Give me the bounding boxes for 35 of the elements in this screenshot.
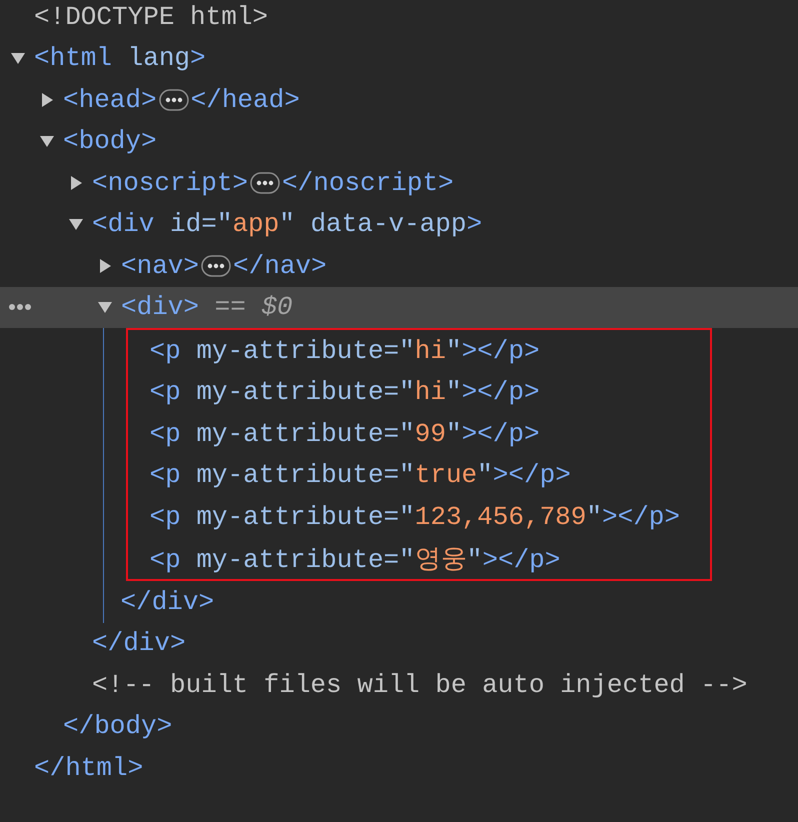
ellipsis-icon[interactable] (250, 172, 280, 194)
element-tag: <body> (63, 126, 157, 156)
more-icon[interactable] (8, 302, 32, 310)
element-tag: <nav> (121, 250, 200, 281)
element-tag: <p my-attribute="123,456,789"></p> (150, 502, 680, 532)
element-tag: <p my-attribute="hi"></p> (150, 336, 540, 366)
collapse-arrow-icon[interactable] (11, 51, 25, 66)
element-tag: </head> (190, 84, 300, 115)
element-tag: <p my-attribute="99"></p> (150, 418, 540, 449)
element-tag: <p my-attribute="hi"></p> (150, 377, 540, 408)
collapse-arrow-icon[interactable] (69, 217, 83, 232)
selected-node-marker: == $0 (214, 292, 293, 322)
element-tag: </div> (92, 628, 186, 658)
collapse-arrow-icon[interactable] (40, 134, 54, 148)
element-tag: <p my-attribute="true"></p> (150, 460, 571, 490)
doctype-text: <!DOCTYPE html> (34, 2, 268, 32)
ellipsis-icon[interactable] (158, 88, 189, 111)
expand-arrow-icon[interactable] (40, 92, 54, 107)
expand-arrow-icon[interactable] (69, 176, 83, 190)
selected-row[interactable]: <div> == $0 (0, 286, 798, 328)
element-tag: </nav> (233, 250, 327, 281)
element-tag: <div> (121, 292, 200, 322)
html-comment: <!-- built files will be auto injected --> (92, 670, 748, 700)
element-tag: </body> (63, 711, 172, 742)
element-tag: <div id="app" data-v-app> (92, 209, 482, 240)
expand-arrow-icon[interactable] (98, 258, 112, 273)
element-tag: <head> (63, 84, 157, 115)
element-tag: <p my-attribute="영웅"></p> (150, 540, 560, 576)
element-tag: </noscript> (282, 168, 454, 198)
element-tag: <noscript> (92, 168, 248, 198)
element-tag: </html> (34, 752, 144, 783)
ellipsis-icon[interactable] (201, 254, 232, 277)
element-tag: <html lang> (34, 43, 206, 74)
element-tag: </div> (120, 586, 214, 617)
collapse-arrow-icon[interactable] (98, 300, 112, 314)
